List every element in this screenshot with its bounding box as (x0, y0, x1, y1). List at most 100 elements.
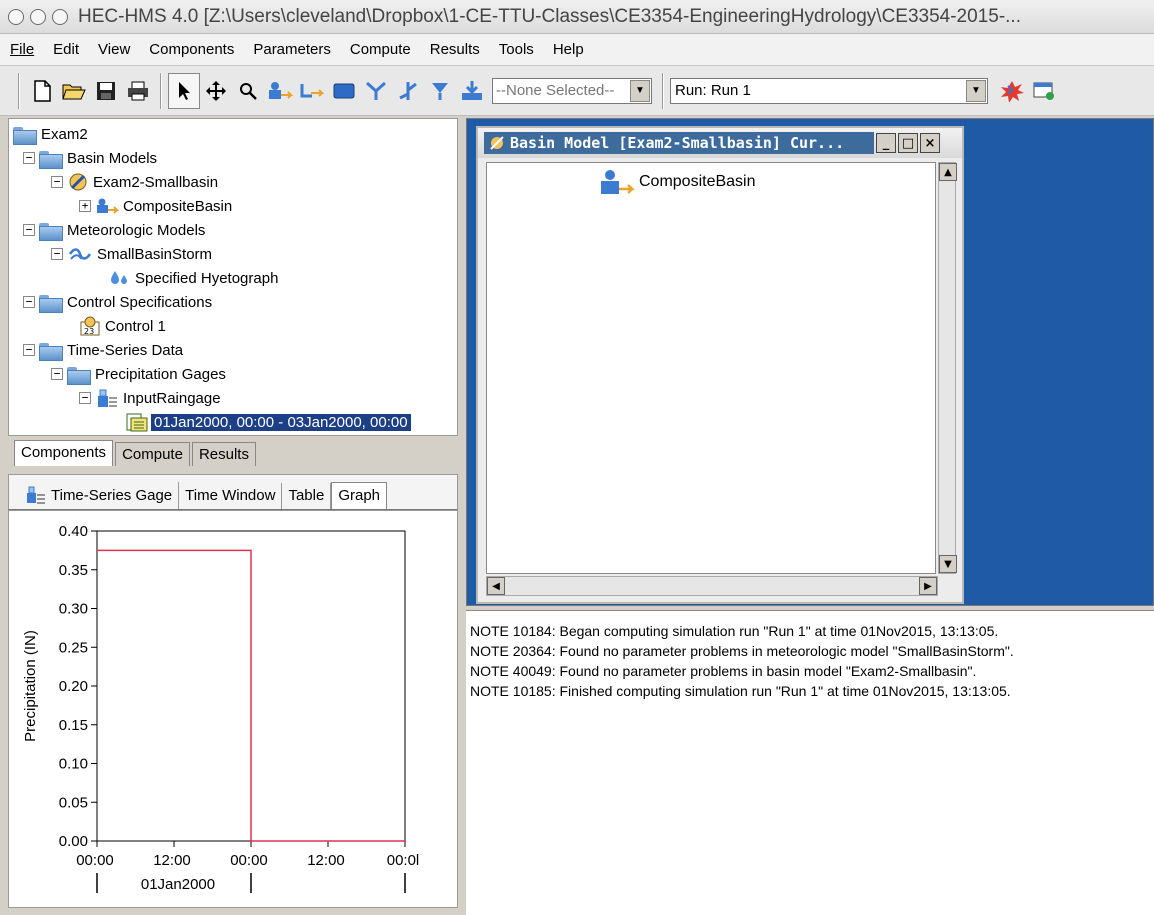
tab-time-window[interactable]: Time Window (179, 483, 283, 509)
pan-tool-button[interactable] (200, 73, 232, 109)
folder-icon (13, 125, 37, 145)
date-label: 01Jan2000 (141, 876, 215, 893)
new-file-button[interactable] (26, 73, 58, 109)
subbasin-tool-button[interactable] (264, 73, 296, 109)
basin-map-canvas[interactable]: CompositeBasin (486, 162, 936, 574)
collapse-icon[interactable]: − (51, 368, 63, 380)
tree-item-hyetograph[interactable]: Specified Hyetograph (109, 267, 278, 289)
close-window-button[interactable] (8, 8, 24, 25)
tree-item-label: Time-Series Data (67, 341, 184, 359)
scroll-up-icon[interactable]: ▲ (939, 163, 957, 181)
tree-item-label: Control 1 (105, 317, 166, 335)
print-button[interactable] (122, 73, 154, 109)
tree-item-met[interactable]: − SmallBasinStorm (51, 243, 212, 265)
tree-item-time-window[interactable]: 01Jan2000, 00:00 - 03Jan2000, 00:00 (125, 411, 411, 433)
collapse-icon[interactable]: − (51, 176, 63, 188)
window-controls[interactable] (8, 8, 68, 25)
tree-item-control[interactable]: 23 Control 1 (79, 315, 166, 337)
toolbar-separator (160, 72, 162, 109)
tree-item-element[interactable]: + CompositeBasin (79, 195, 232, 217)
tree-item-gage[interactable]: − InputRaingage (79, 387, 221, 409)
save-button[interactable] (90, 73, 122, 109)
reservoir-tool-button[interactable] (328, 73, 360, 109)
collapse-icon[interactable]: − (23, 152, 35, 164)
collapse-icon[interactable]: − (51, 248, 63, 260)
tree-item-met-models[interactable]: − Meteorologic Models (23, 219, 205, 241)
raingage-icon (98, 389, 117, 407)
diversion-tool-button[interactable] (392, 73, 424, 109)
tree-item-precip-gages[interactable]: − Precipitation Gages (51, 363, 226, 385)
menu-file[interactable]: File (10, 41, 34, 58)
scroll-left-icon[interactable]: ◀ (487, 577, 505, 595)
compute-run-button[interactable] (996, 73, 1028, 109)
basin-window-titlebar[interactable]: Basin Model [Exam2-Smallbasin] Cur... _ … (478, 128, 962, 158)
tab-table[interactable]: Table (282, 483, 332, 509)
tree-item-control-specs[interactable]: − Control Specifications (23, 291, 212, 313)
collapse-icon[interactable]: − (23, 344, 35, 356)
tree-item-root[interactable]: Exam2 (13, 123, 88, 145)
source-tool-button[interactable] (424, 73, 456, 109)
zoom-window-button[interactable] (52, 8, 68, 25)
run-selector-dropdown[interactable]: Run: Run 1 ▼ (670, 77, 988, 104)
basin-model-icon (69, 173, 87, 191)
menu-compute[interactable]: Compute (350, 41, 411, 58)
element-selector-dropdown[interactable]: --None Selected-- ▼ (492, 77, 652, 104)
tree-item-basin-models[interactable]: − Basin Models (23, 147, 157, 169)
horizontal-scrollbar[interactable]: ◀ ▶ (486, 576, 938, 596)
tree-item-ts-data[interactable]: − Time-Series Data (23, 339, 183, 361)
maximize-button[interactable]: □ (898, 133, 918, 153)
collapse-icon[interactable]: − (79, 392, 91, 404)
junction-tool-button[interactable] (360, 73, 392, 109)
tab-components[interactable]: Components (14, 440, 114, 466)
scroll-right-icon[interactable]: ▶ (919, 577, 937, 595)
basin-model-window: Basin Model [Exam2-Smallbasin] Cur... _ … (476, 126, 964, 604)
tab-results[interactable]: Results (191, 442, 256, 466)
close-button[interactable]: × (920, 133, 940, 153)
y-axis-label: Precipitation (IN) (22, 630, 39, 742)
tree-item-label: Control Specifications (67, 293, 213, 311)
folder-icon (39, 221, 63, 241)
sink-create-icon (462, 80, 482, 100)
scroll-down-icon[interactable]: ▼ (939, 555, 957, 573)
minimize-button[interactable]: _ (876, 133, 896, 153)
subbasin-icon (97, 198, 119, 214)
menu-tools[interactable]: Tools (499, 41, 534, 58)
menu-edit[interactable]: Edit (53, 41, 79, 58)
menu-help[interactable]: Help (553, 41, 584, 58)
x-tick-label: 00:00 (76, 852, 114, 869)
printer-icon (128, 81, 148, 100)
open-button[interactable] (58, 73, 90, 109)
chevron-down-icon[interactable]: ▼ (966, 79, 986, 102)
basin-element[interactable]: CompositeBasin (599, 167, 756, 197)
diversion-create-icon (399, 81, 417, 100)
component-editor-tabs: Time-Series Gage Time Window Table Graph (8, 474, 458, 510)
menu-view[interactable]: View (98, 41, 130, 58)
tab-graph[interactable]: Graph (331, 482, 388, 509)
precipitation-chart: 0.00 0.05 0.10 0.15 0.20 0.25 0.30 0.35 0.40 00:0… (22, 523, 419, 893)
basin-window-title-area: Basin Model [Exam2-Smallbasin] Cur... (484, 132, 874, 154)
collapse-icon[interactable]: − (23, 296, 35, 308)
minimize-window-button[interactable] (30, 8, 46, 25)
tree-item-label: Exam2-Smallbasin (93, 173, 219, 191)
tree-item-basin[interactable]: − Exam2-Smallbasin (51, 171, 218, 193)
tree-item-label: CompositeBasin (123, 197, 233, 215)
menu-parameters[interactable]: Parameters (253, 41, 331, 58)
y-tick-label: 0.05 (59, 794, 88, 811)
tab-time-series-gage[interactable]: Time-Series Gage (19, 482, 180, 509)
subbasin-icon (601, 170, 635, 194)
menu-components[interactable]: Components (149, 41, 234, 58)
vertical-scrollbar[interactable]: ▲ ▼ (938, 162, 957, 574)
arrow-tool-button[interactable] (168, 72, 200, 109)
menu-results[interactable]: Results (430, 41, 480, 58)
svg-text:23: 23 (84, 327, 94, 336)
zoom-tool-button[interactable] (232, 73, 264, 109)
expand-icon[interactable]: + (79, 200, 91, 212)
sink-tool-button[interactable] (456, 73, 488, 109)
tab-compute[interactable]: Compute (115, 442, 190, 466)
chevron-down-icon[interactable]: ▼ (630, 79, 650, 102)
view-results-button[interactable] (1028, 73, 1060, 109)
collapse-icon[interactable]: − (23, 224, 35, 236)
basin-element-label: CompositeBasin (639, 173, 756, 190)
log-message: NOTE 40049: Found no parameter problems … (470, 663, 977, 679)
reach-tool-button[interactable] (296, 73, 328, 109)
